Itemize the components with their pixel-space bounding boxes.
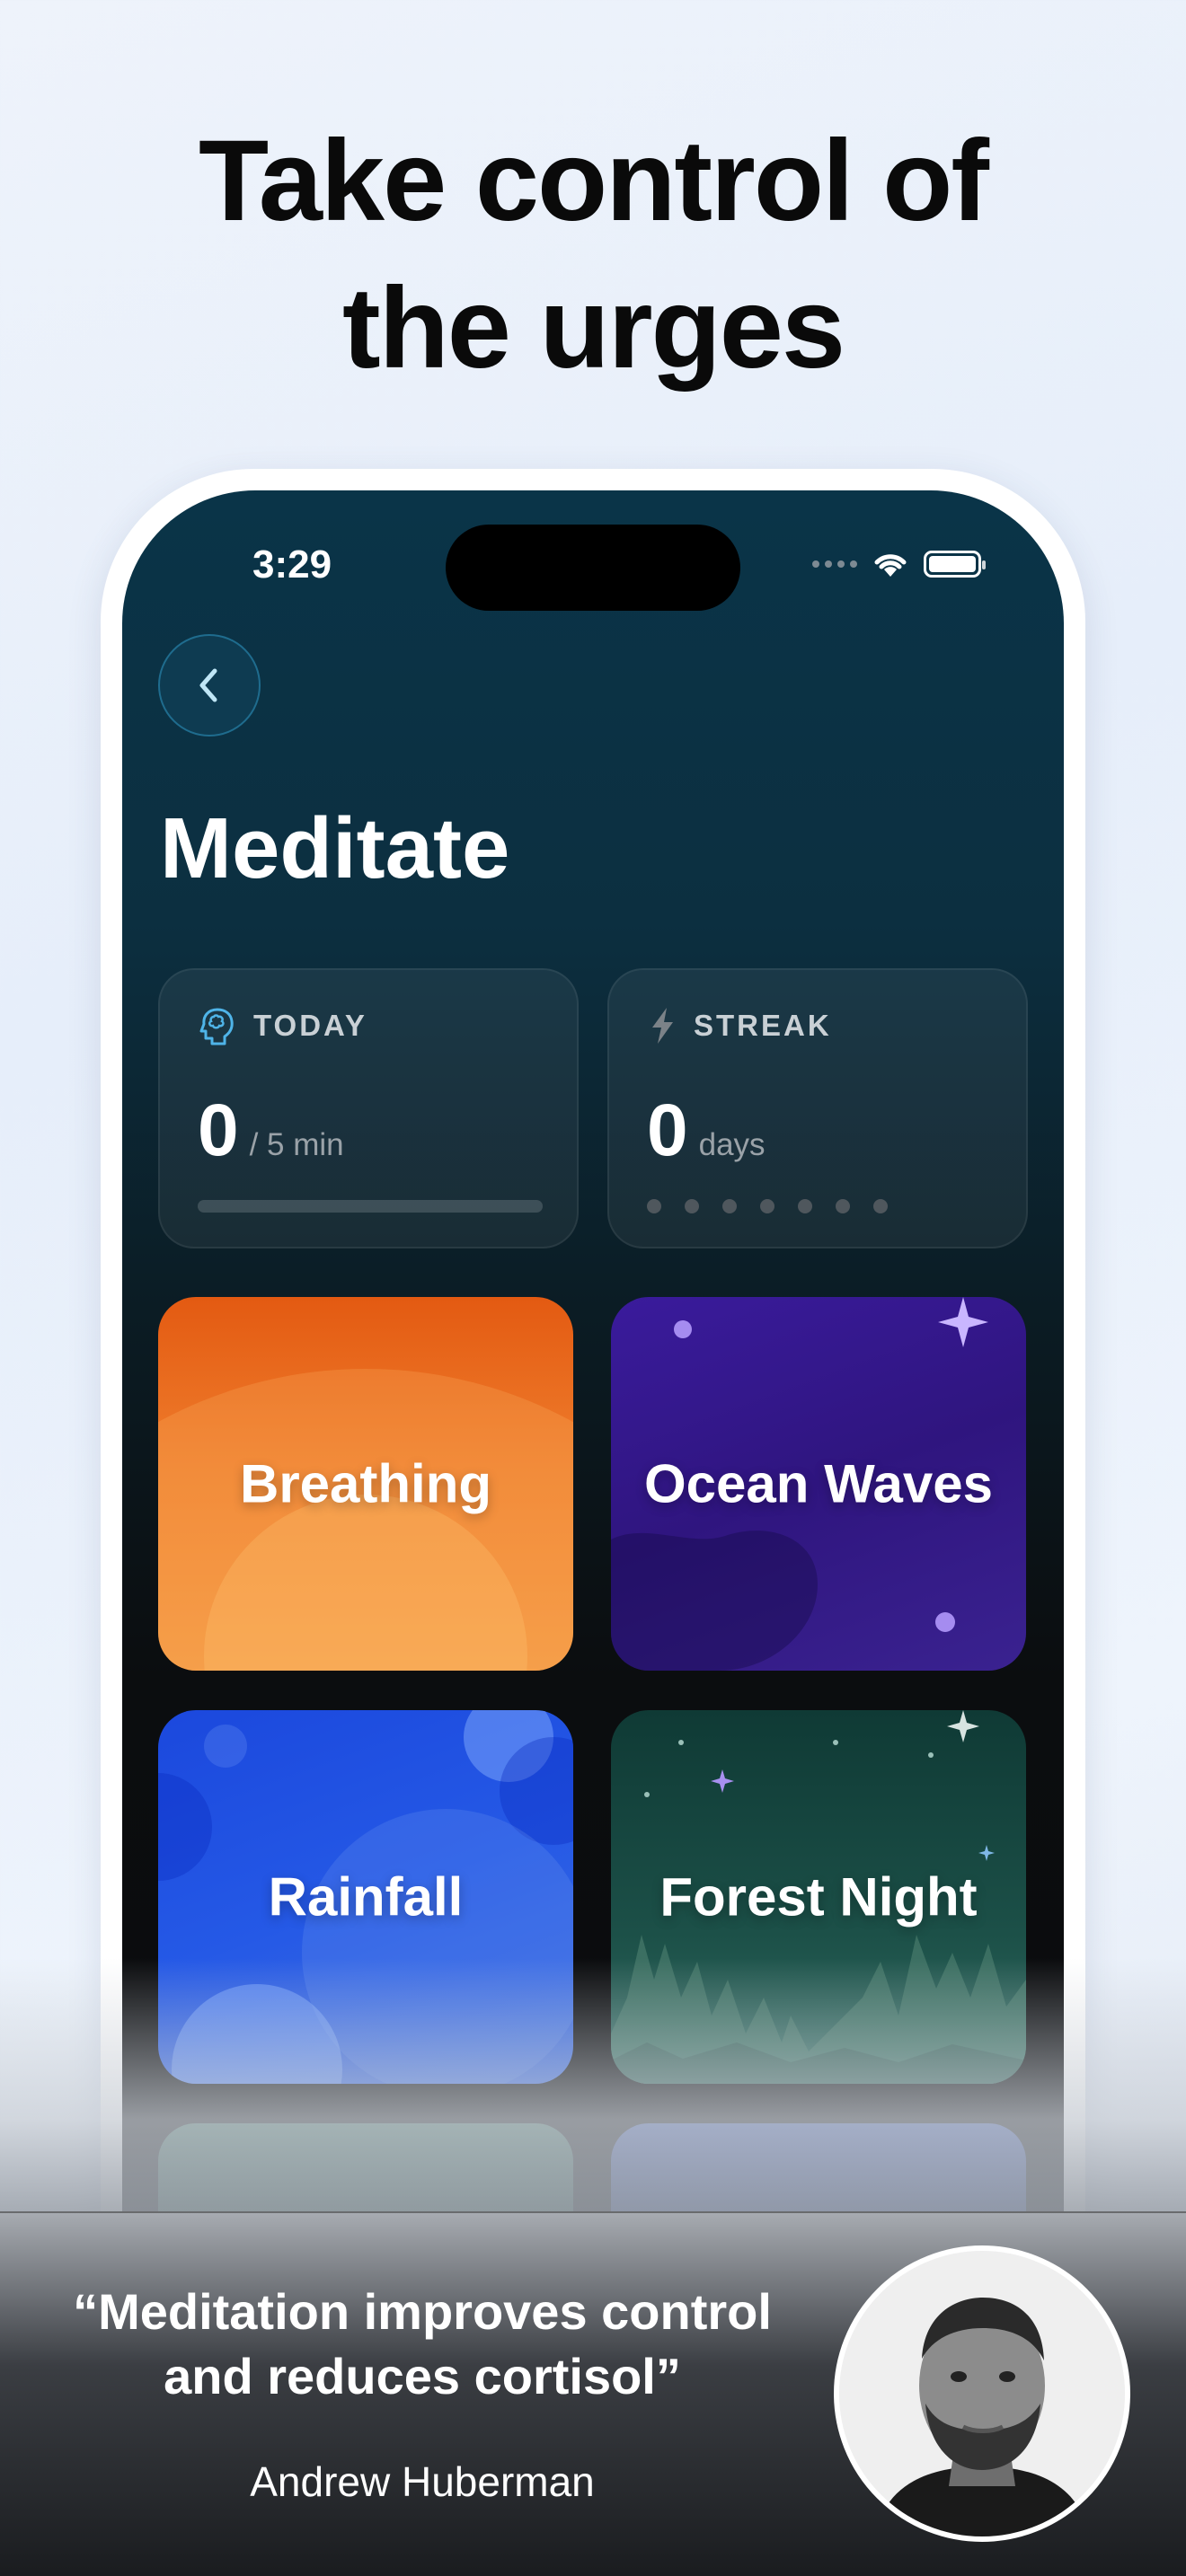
quote-author: Andrew Huberman: [250, 2458, 595, 2505]
headline: Take control of the urges: [0, 108, 1186, 402]
today-card: TODAY 0 / 5 min: [158, 968, 579, 1248]
wifi-icon: [874, 554, 907, 577]
streak-value-row: 0 days: [647, 1089, 766, 1173]
today-label: TODAY: [253, 1009, 367, 1042]
streak-header: STREAK: [649, 1006, 832, 1045]
streak-unit: days: [698, 1127, 766, 1162]
streak-dot: [873, 1199, 888, 1213]
brain-icon: [199, 1008, 234, 1045]
tile-rainfall-label: Rainfall: [268, 1866, 464, 1928]
streak-dot: [685, 1199, 699, 1213]
today-unit: / 5 min: [249, 1127, 344, 1162]
streak-value: 0: [647, 1090, 688, 1171]
today-value: 0: [198, 1090, 239, 1171]
tile-ocean-waves-label: Ocean Waves: [644, 1453, 993, 1514]
today-progress-bar: [198, 1200, 543, 1213]
streak-dot: [722, 1199, 737, 1213]
streak-dot: [836, 1199, 850, 1213]
streak-dot: [647, 1199, 661, 1213]
dynamic-island: [446, 525, 740, 611]
back-button[interactable]: [158, 634, 261, 737]
streak-card: STREAK 0 days: [607, 968, 1028, 1248]
bolt-icon: [652, 1008, 673, 1044]
streak-dots: [647, 1199, 888, 1213]
tile-breathing-label: Breathing: [239, 1453, 492, 1514]
headline-line-1: Take control of: [199, 117, 989, 245]
quote-line-1: “Meditation improves control: [73, 2283, 772, 2340]
status-bar: 3:29: [122, 490, 1064, 643]
headline-line-2: the urges: [341, 264, 845, 393]
status-time: 3:29: [252, 543, 332, 587]
quote-text: “Meditation improves control and reduces…: [36, 2280, 809, 2409]
today-value-row: 0 / 5 min: [198, 1089, 344, 1173]
signal-icon: [812, 560, 857, 568]
author-portrait: [839, 2251, 1125, 2536]
battery-icon: [924, 551, 986, 578]
page-title: Meditate: [160, 800, 510, 896]
author-avatar: [834, 2245, 1130, 2542]
tile-ocean-waves[interactable]: Ocean Waves: [611, 1297, 1026, 1671]
streak-label: STREAK: [694, 1009, 832, 1042]
tile-forest-night-label: Forest Night: [659, 1866, 978, 1928]
status-icons: [812, 548, 986, 580]
chevron-left-icon: [199, 668, 217, 702]
streak-dot: [798, 1199, 812, 1213]
bottom-fade: [0, 1958, 1186, 2228]
tile-breathing[interactable]: Breathing: [158, 1297, 573, 1671]
today-header: TODAY: [199, 1006, 367, 1045]
quote-line-2: and reduces cortisol”: [164, 2348, 681, 2404]
streak-dot: [760, 1199, 774, 1213]
